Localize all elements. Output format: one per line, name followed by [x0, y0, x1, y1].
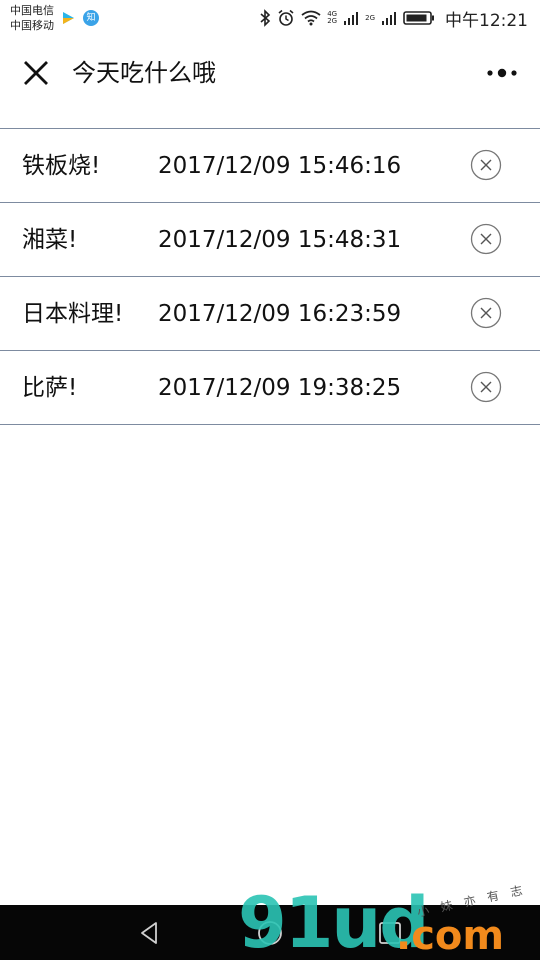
app-screen: 中国电信 中国移动 知 4G 2G 2G 中午12:21 今天吃什么哦 铁板烧!…	[0, 0, 540, 960]
circle-close-icon	[470, 297, 502, 329]
alarm-icon	[278, 9, 294, 26]
nav-bar: 今天吃什么哦	[0, 38, 540, 110]
list-item[interactable]: 日本料理! 2017/12/09 16:23:59	[0, 277, 540, 351]
record-time: 2017/12/09 16:23:59	[158, 301, 402, 327]
delete-button[interactable]	[470, 297, 502, 329]
record-time: 2017/12/09 15:46:16	[158, 153, 402, 179]
network-type-label-2: 2G	[365, 13, 375, 22]
wifi-icon	[301, 10, 321, 26]
back-triangle-icon	[141, 922, 157, 944]
record-name: 铁板烧!	[22, 153, 101, 179]
list-item[interactable]: 比萨! 2017/12/09 19:38:25	[0, 351, 540, 425]
record-time: 2017/12/09 15:48:31	[158, 227, 402, 253]
status-clock: 中午12:21	[445, 10, 528, 31]
network-type-2g: 2G	[327, 17, 338, 25]
recent-square-icon	[379, 922, 401, 944]
home-circle-icon	[258, 921, 282, 945]
recent-apps-button[interactable]	[376, 919, 404, 947]
more-options-button[interactable]	[486, 60, 520, 86]
close-button[interactable]	[20, 57, 52, 89]
status-bar: 中国电信 中国移动 知 4G 2G 2G 中午12:21	[0, 0, 540, 38]
zhihu-app-icon: 知	[83, 10, 99, 26]
signal-icon	[382, 12, 396, 25]
back-button[interactable]	[136, 919, 164, 947]
circle-close-icon	[470, 149, 502, 181]
network-type-label: 4G 2G	[327, 11, 337, 25]
record-name: 湘菜!	[22, 227, 78, 253]
carrier-info: 中国电信 中国移动	[10, 3, 54, 33]
record-time: 2017/12/09 19:38:25	[158, 375, 402, 401]
play-app-icon	[60, 10, 76, 26]
circle-close-icon	[470, 223, 502, 255]
delete-button[interactable]	[470, 223, 502, 255]
circle-close-icon	[470, 371, 502, 403]
record-list: 铁板烧! 2017/12/09 15:46:16 湘菜! 2017/12/09 …	[0, 128, 540, 425]
more-dots-icon	[487, 68, 517, 78]
system-nav-bar	[0, 905, 540, 960]
list-item[interactable]: 湘菜! 2017/12/09 15:48:31	[0, 203, 540, 277]
status-icons: 4G 2G 2G 中午12:21	[259, 7, 528, 31]
signal-icon	[344, 12, 359, 25]
record-name: 比萨!	[22, 375, 78, 401]
home-button[interactable]	[256, 919, 284, 947]
carrier-telecom: 中国电信	[10, 4, 54, 17]
delete-button[interactable]	[470, 149, 502, 181]
page-title: 今天吃什么哦	[72, 59, 216, 87]
close-icon	[24, 61, 48, 85]
battery-icon	[403, 11, 434, 25]
record-name: 日本料理!	[22, 301, 124, 327]
bluetooth-icon	[260, 9, 271, 27]
list-item[interactable]: 铁板烧! 2017/12/09 15:46:16	[0, 129, 540, 203]
carrier-mobile: 中国移动	[10, 19, 54, 32]
delete-button[interactable]	[470, 371, 502, 403]
